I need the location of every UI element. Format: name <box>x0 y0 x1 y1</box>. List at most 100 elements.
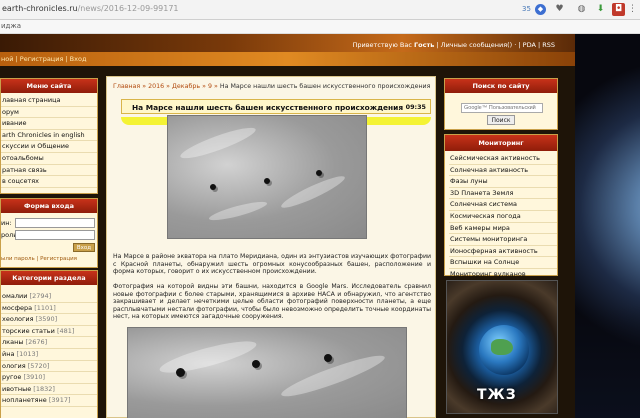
tower-mark <box>324 354 332 362</box>
tower-mark <box>252 360 260 368</box>
article-header: На Марсе нашли шесть башен искусственног… <box>121 99 431 114</box>
menu-item[interactable]: ивание <box>1 118 97 130</box>
monitoring-item[interactable]: Мониторинг вулканов <box>449 269 557 281</box>
monitoring-box: Мониторинг Сейсмическая активность Солнеч… <box>444 134 558 281</box>
category-count: [2794] <box>29 292 52 300</box>
site-menu: Меню сайта лавная страница орум ивание arth… <box>0 78 98 194</box>
crumb-year[interactable]: 2016 <box>148 83 164 90</box>
site-header: Приветствую Вас Гость | Личные сообщения… <box>0 34 575 52</box>
download-icon[interactable]: ⬇ <box>594 3 607 16</box>
globe-icon[interactable]: ◍ <box>575 3 588 16</box>
search-button[interactable]: Поиск <box>487 115 515 125</box>
category-item[interactable]: мосфера [1101] <box>1 303 97 315</box>
monitoring-item[interactable]: Веб камеры мира <box>449 223 557 235</box>
monitoring-item[interactable]: Ионосферная активность <box>449 246 557 258</box>
bookmarks-bar: иджа <box>0 20 640 34</box>
category-name: торские статьи <box>2 326 55 335</box>
menu-item[interactable]: в соцсетях <box>1 176 97 188</box>
crumb-day[interactable]: 9 <box>208 83 212 90</box>
login-input[interactable] <box>15 218 95 228</box>
mars-photo-1[interactable] <box>167 115 367 239</box>
tower-mark <box>176 368 185 377</box>
auth-links[interactable]: ной | Регистрация | Вход <box>1 55 86 63</box>
category-count: [1101] <box>34 303 56 312</box>
category-item[interactable]: лканы [2676] <box>1 337 97 349</box>
article-paragraph: Фотография на которой видны эти башни, н… <box>113 283 431 321</box>
address-bar[interactable]: earth-chronicles.ru/news/2016-12-09-9917… <box>2 4 179 13</box>
mars-photo-2[interactable] <box>127 327 407 418</box>
monitoring-item[interactable]: Сейсмическая активность <box>449 153 557 165</box>
category-count: [5720] <box>27 361 50 370</box>
monitoring-item[interactable]: Космическая погода <box>449 211 557 223</box>
monitoring-title: Мониторинг <box>445 135 557 151</box>
bookmark-item[interactable]: иджа <box>1 22 21 30</box>
tower-mark <box>264 178 270 184</box>
search-box: Поиск по сайту Поиск <box>444 78 558 130</box>
menu-item[interactable]: отоальбомы <box>1 153 97 165</box>
crumb-month[interactable]: Декабрь <box>172 83 200 90</box>
menu-item[interactable]: скуссии и Общение <box>1 141 97 153</box>
menu-title: Меню сайта <box>1 79 97 93</box>
menu-item[interactable]: ратная связь <box>1 165 97 177</box>
shield-icon[interactable]: ◆ <box>535 4 546 15</box>
monitoring-item[interactable]: Вспышки на Солнце <box>449 257 557 269</box>
category-item[interactable]: хеология [3590] <box>1 314 97 326</box>
url-path: /news/2016-12-09-99171 <box>77 4 179 13</box>
password-input[interactable] <box>15 230 95 240</box>
category-name: омалии <box>2 292 28 300</box>
categories-box: Категории раздела омалии [2794] мосфера [… <box>0 270 98 418</box>
tower-mark <box>316 170 322 176</box>
category-count: [1013] <box>16 349 39 358</box>
category-name: мосфера <box>2 303 33 312</box>
breadcrumb: Главная » 2016 » Декабрь » 9 » На Марсе … <box>113 83 431 90</box>
menu-icon[interactable]: ⋮ <box>626 3 639 16</box>
category-name: нопланетяне <box>2 396 47 405</box>
search-title: Поиск по сайту <box>445 79 557 93</box>
heart-icon[interactable]: ♥ <box>553 3 566 16</box>
tjz-banner[interactable]: ТЖЗ <box>446 280 558 414</box>
category-count: [3590] <box>35 315 58 324</box>
username[interactable]: Гость <box>414 41 434 49</box>
article: Главная » 2016 » Декабрь » 9 » На Марсе … <box>106 76 436 418</box>
monitoring-item[interactable]: 3D Планета Земля <box>449 188 557 200</box>
monitoring-item[interactable]: Солнечная активность <box>449 165 557 177</box>
monitoring-item[interactable]: Фазы луны <box>449 176 557 188</box>
search-input[interactable] <box>461 103 543 113</box>
article-paragraph: На Марсе в районе экватора на плато Мери… <box>113 253 431 276</box>
extension-icon[interactable]: ◘ <box>612 3 625 16</box>
login-label: ин: <box>1 219 12 227</box>
category-count: [481] <box>56 326 75 335</box>
category-item[interactable]: нопланетяне [3917] <box>1 395 97 407</box>
menu-item[interactable]: лавная страница <box>1 95 97 107</box>
category-name: хеология <box>2 315 34 324</box>
menu-item[interactable]: arth Chronicles in english <box>1 130 97 142</box>
banner-text: ТЖЗ <box>477 387 517 403</box>
category-item[interactable]: йна [1013] <box>1 349 97 361</box>
category-item[interactable]: ология [5720] <box>1 361 97 373</box>
article-title: На Марсе нашли шесть башен искусственног… <box>132 103 404 112</box>
user-bar: Приветствую Вас Гость | Личные сообщения… <box>352 41 555 49</box>
login-links[interactable]: ыли пароль | Регистрация <box>1 256 77 262</box>
url-domain: earth-chronicles.ru <box>2 4 78 13</box>
category-name: ругое <box>2 373 22 382</box>
auth-links-bar: ной | Регистрация | Вход <box>0 52 575 66</box>
categories-title: Категории раздела <box>1 271 97 285</box>
article-time: 09:35 <box>405 103 426 111</box>
login-title: Форма входа <box>1 199 97 213</box>
greeting: Приветствую Вас <box>352 41 412 49</box>
browser-toolbar: earth-chronicles.ru/news/2016-12-09-9917… <box>0 0 640 20</box>
category-name: ивотные <box>2 384 32 393</box>
monitoring-item[interactable]: Солнечная система <box>449 199 557 211</box>
category-item[interactable]: торские статьи [481] <box>1 326 97 338</box>
category-item[interactable]: омалии [2794] <box>1 291 97 303</box>
menu-item[interactable]: орум <box>1 107 97 119</box>
login-form: Форма входа ин: роль: Вход ыли пароль | … <box>0 198 98 268</box>
user-links[interactable]: | Личные сообщения() · | PDA | RSS <box>436 41 555 49</box>
monitoring-item[interactable]: Системы мониторинга <box>449 234 557 246</box>
login-button[interactable]: Вход <box>73 243 95 252</box>
crumb-home[interactable]: Главная <box>113 83 140 90</box>
category-item[interactable]: ругое [3910] <box>1 372 97 384</box>
tower-mark <box>210 184 216 190</box>
earth-icon <box>479 325 529 375</box>
category-item[interactable]: ивотные [1832] <box>1 384 97 396</box>
